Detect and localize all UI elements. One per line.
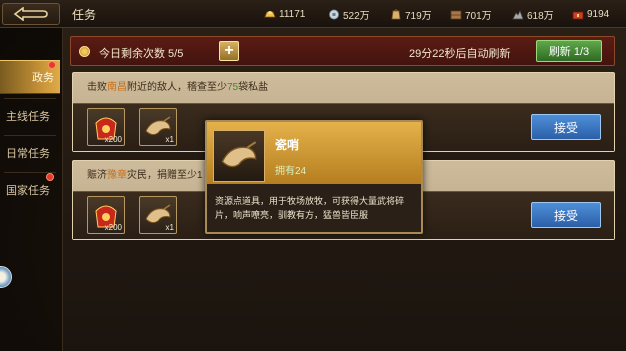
task-desc-prefix: 赈济 bbox=[87, 170, 107, 181]
task-place: 豫章 bbox=[107, 170, 127, 181]
task-description: 击败南昌附近的敌人，稽查至少75袋私盐 bbox=[87, 78, 268, 93]
reward-qty: x200 bbox=[104, 135, 122, 144]
sidebar-item-label: 政务 bbox=[32, 72, 54, 84]
back-arrow-icon bbox=[13, 7, 48, 21]
grain-sack-icon bbox=[390, 8, 402, 20]
task-desc-prefix: 击败 bbox=[87, 82, 107, 93]
item-icon-frame bbox=[213, 130, 265, 182]
resource-stone-value: 618万 bbox=[527, 10, 554, 22]
reward-slot[interactable]: x200 bbox=[87, 108, 125, 146]
resource-stone[interactable]: 618万 bbox=[512, 7, 554, 22]
task-desc-suffix: 袋私盐 bbox=[238, 82, 269, 93]
sidebar-item-label: 日常任务 bbox=[6, 148, 50, 160]
remaining-count-label: 今日剩余次数 5/5 bbox=[99, 48, 184, 60]
reward-qty: x200 bbox=[104, 223, 122, 232]
reward-qty: x1 bbox=[165, 223, 174, 232]
resource-treasure[interactable]: 9194 bbox=[572, 7, 609, 21]
page-title: 任务 bbox=[72, 8, 97, 22]
resource-wood-value: 701万 bbox=[465, 10, 492, 22]
task-category-nav: 政务 主线任务 日常任务 国家任务 bbox=[0, 28, 60, 351]
reward-slot[interactable]: x1 bbox=[139, 108, 177, 146]
refresh-button[interactable]: 刷新 1/3 bbox=[536, 40, 602, 62]
accept-button[interactable]: 接受 bbox=[531, 114, 601, 140]
sidebar-item-label: 主线任务 bbox=[6, 111, 50, 123]
horn-whistle-icon bbox=[221, 141, 257, 168]
resource-silver[interactable]: 522万 bbox=[328, 7, 370, 22]
reward-qty: x1 bbox=[165, 135, 174, 144]
stone-ore-icon bbox=[512, 9, 524, 20]
accept-button[interactable]: 接受 bbox=[531, 202, 601, 228]
coin-icon bbox=[79, 46, 90, 57]
treasure-chest-icon bbox=[572, 9, 584, 20]
task-place: 南昌 bbox=[107, 82, 127, 93]
notification-badge bbox=[48, 61, 56, 69]
resource-silver-value: 522万 bbox=[343, 10, 370, 22]
reward-slot[interactable]: x200 bbox=[87, 196, 125, 234]
side-drawer-knob[interactable] bbox=[0, 266, 12, 288]
item-description: 资源点道具，用于牧场放牧，可获得大量武将碎片，响声嘹亮，驯教有方，猛兽皆臣服 bbox=[215, 196, 405, 220]
notification-badge bbox=[46, 173, 54, 181]
gold-ingot-icon bbox=[264, 9, 276, 20]
back-button[interactable] bbox=[2, 3, 60, 25]
resource-gold[interactable]: 11171 bbox=[264, 7, 305, 21]
item-name: 瓷哨 bbox=[275, 138, 300, 152]
add-count-button[interactable]: + bbox=[219, 41, 239, 61]
resource-wood[interactable]: 701万 bbox=[450, 7, 492, 22]
resource-grain-value: 719万 bbox=[405, 10, 432, 22]
tooltip-header: 瓷哨 拥有24 bbox=[207, 122, 421, 184]
sidebar-item-daily-quest[interactable]: 日常任务 bbox=[0, 136, 60, 170]
task-amount: 75 bbox=[227, 82, 239, 93]
task-description: 赈济豫章灾民，捐赠至少1 bbox=[87, 166, 203, 181]
silver-coin-icon bbox=[328, 9, 340, 20]
sidebar-item-label: 国家任务 bbox=[6, 185, 50, 197]
resource-treasure-value: 9194 bbox=[587, 8, 610, 20]
wood-crate-icon bbox=[450, 9, 462, 20]
reward-slot[interactable]: x1 bbox=[139, 196, 177, 234]
auto-refresh-timer: 29分22秒后自动刷新 bbox=[409, 48, 511, 60]
resource-gold-value: 11171 bbox=[279, 8, 306, 20]
daily-count-bar: 今日剩余次数 5/5 + 29分22秒后自动刷新 刷新 1/3 bbox=[70, 36, 615, 66]
task-desc-mid: 灾民，捐赠至少1 bbox=[127, 170, 203, 181]
item-tooltip: 瓷哨 拥有24 资源点道具，用于牧场放牧，可获得大量武将碎片，响声嘹亮，驯教有方… bbox=[205, 120, 423, 234]
task-desc-mid: 附近的敌人，稽查至少 bbox=[127, 82, 227, 93]
sidebar-item-main-quest[interactable]: 主线任务 bbox=[0, 99, 60, 133]
top-bar: 任务 11171 522万 719万 701万 618万 9194 bbox=[0, 0, 626, 28]
resource-grain[interactable]: 719万 bbox=[390, 7, 432, 22]
item-owned-count: 拥有24 bbox=[275, 166, 307, 177]
